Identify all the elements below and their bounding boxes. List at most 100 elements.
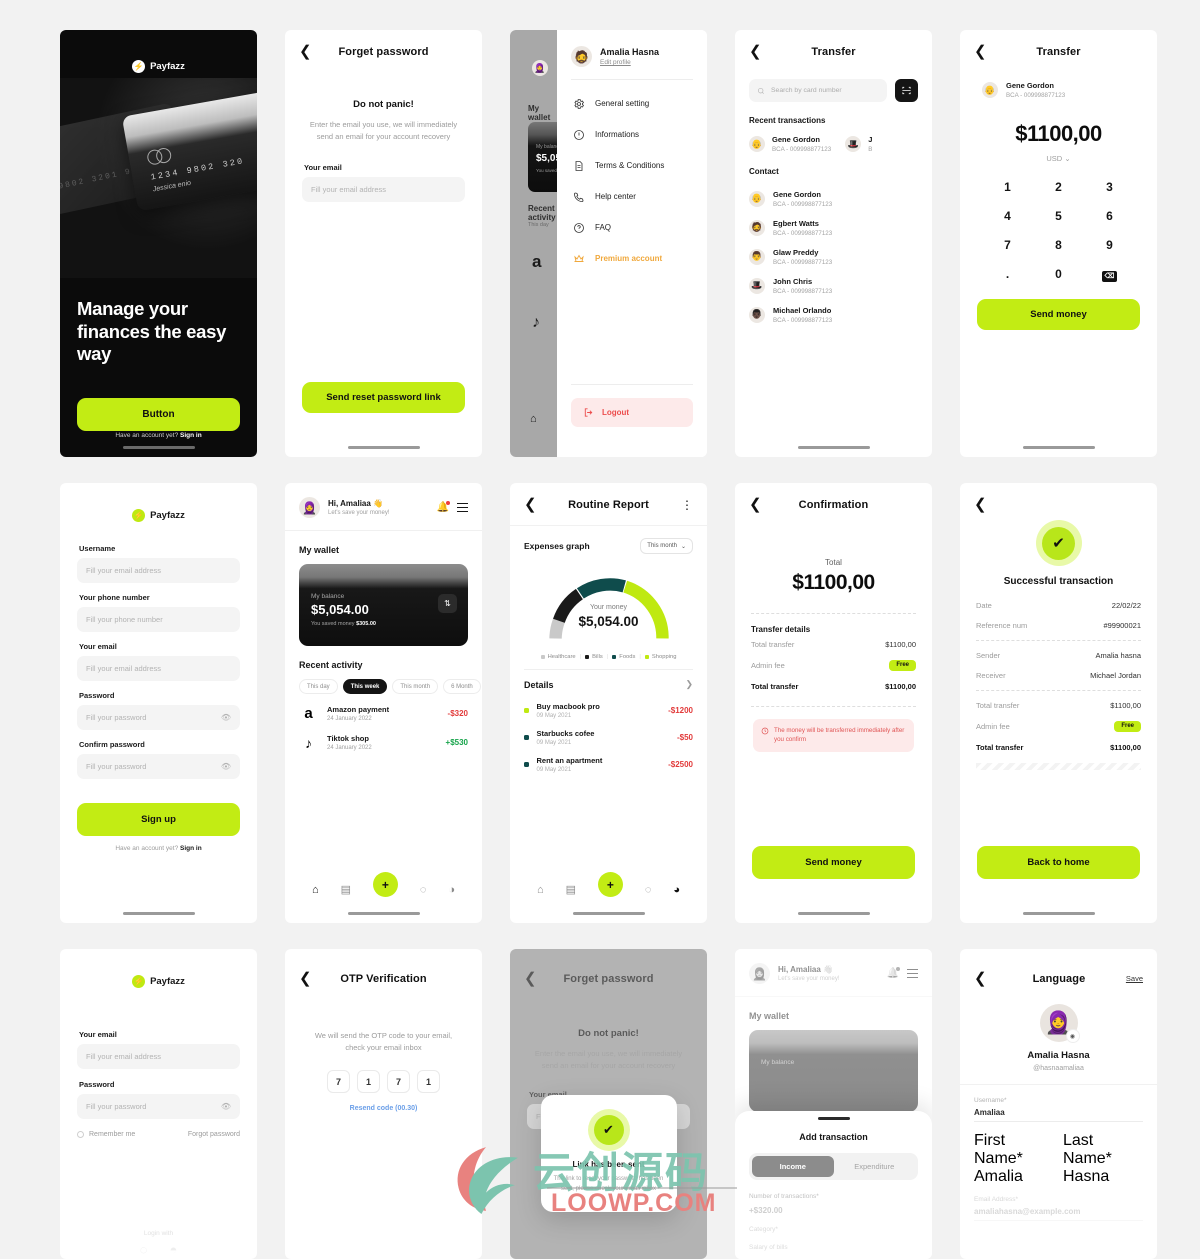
- logout-button[interactable]: Logout: [571, 398, 693, 427]
- avatar[interactable]: 🧕 ◉: [1039, 1004, 1079, 1042]
- menu-item-help-center[interactable]: Help center: [571, 181, 693, 212]
- get-started-button[interactable]: Button: [77, 398, 240, 431]
- key-7[interactable]: 7: [982, 235, 1033, 255]
- remember-me-checkbox[interactable]: Remember me: [77, 1131, 135, 1138]
- add-icon[interactable]: +: [597, 872, 623, 897]
- add-icon[interactable]: +: [372, 872, 398, 897]
- forgot-password-link[interactable]: Forgot password: [188, 1131, 240, 1138]
- key-3[interactable]: 3: [1084, 177, 1135, 197]
- email-input[interactable]: Fill your email address: [302, 177, 465, 203]
- table-row[interactable]: Buy macbook pro 09 May 2021 -$1200: [524, 697, 693, 724]
- back-icon[interactable]: ❮: [524, 971, 542, 986]
- tab-expenditure[interactable]: Expenditure: [834, 1156, 916, 1177]
- bell-icon[interactable]: 🔔: [887, 967, 900, 979]
- email-input[interactable]: Fill your email address: [77, 656, 240, 681]
- back-icon[interactable]: ❮: [974, 971, 992, 986]
- more-icon[interactable]: ⋮: [675, 498, 693, 512]
- scan-card-button[interactable]: [895, 79, 918, 102]
- drawer-profile[interactable]: 🧔 Amalia Hasna Edit profile: [571, 46, 693, 67]
- edit-profile-link[interactable]: Edit profile: [600, 59, 659, 66]
- back-icon[interactable]: ❮: [299, 44, 317, 59]
- back-to-home-button[interactable]: Back to home: [977, 846, 1140, 879]
- menu-icon[interactable]: [457, 502, 468, 513]
- menu-item-terms-conditions[interactable]: Terms & Conditions: [571, 150, 693, 181]
- home-icon[interactable]: ⌂: [537, 884, 544, 896]
- save-button[interactable]: Save: [1126, 974, 1143, 983]
- menu-item-premium-account[interactable]: Premium account: [571, 243, 693, 274]
- currency-selector[interactable]: USD ⌄: [960, 154, 1157, 163]
- back-icon[interactable]: ❮: [749, 44, 767, 59]
- amount-value[interactable]: +$320.00: [749, 1206, 918, 1215]
- table-row[interactable]: a Amazon payment 24 January 2022 -$320: [285, 704, 482, 723]
- key-4[interactable]: 4: [982, 206, 1033, 226]
- password-input[interactable]: Fill your password 👁: [77, 1094, 240, 1119]
- list-item[interactable]: 👴 Gene Gordon BCA - 009998877123: [749, 184, 918, 213]
- apple-icon[interactable]: ◓: [169, 1242, 177, 1257]
- drag-handle[interactable]: [817, 1117, 850, 1120]
- otp-digit-1[interactable]: 7: [327, 1070, 350, 1094]
- chart-icon[interactable]: ◑: [448, 884, 455, 896]
- category-value[interactable]: Salary of bills: [749, 1244, 918, 1251]
- period-select[interactable]: This month ⌄: [640, 538, 693, 554]
- first-name-input[interactable]: Amalia: [974, 1168, 1054, 1186]
- sign-in-link[interactable]: Sign in: [180, 432, 202, 439]
- otp-digit-4[interactable]: 1: [417, 1070, 440, 1094]
- back-icon[interactable]: ❮: [974, 44, 992, 59]
- wallet-card[interactable]: My balance $5,054.00 You saved money $30…: [299, 564, 468, 646]
- email-input[interactable]: amaliahasna@example.com: [974, 1203, 1143, 1221]
- chip-this-month[interactable]: This month: [392, 679, 439, 694]
- key-6[interactable]: 6: [1084, 206, 1135, 226]
- key-0[interactable]: 0: [1033, 264, 1084, 285]
- username-input[interactable]: Amaliaa: [974, 1104, 1143, 1122]
- resend-code-link[interactable]: Resend code (00.30): [285, 1105, 482, 1112]
- menu-item-general-setting[interactable]: General setting: [571, 88, 693, 119]
- confirm-password-input[interactable]: Fill your password 👁: [77, 754, 240, 779]
- chip-this-day[interactable]: This day: [299, 679, 338, 694]
- avatar[interactable]: 🧕: [299, 497, 320, 518]
- drawer-scrim[interactable]: 🧕 My wallet My balance $5,054.00 You sav…: [510, 30, 588, 457]
- table-row[interactable]: Starbucks cofee 09 May 2021 -$50: [524, 724, 693, 751]
- send-reset-link-button[interactable]: Send reset password link: [302, 382, 465, 413]
- table-row[interactable]: Rent an apartment 09 May 2021 -$2500: [524, 751, 693, 778]
- key-1[interactable]: 1: [982, 177, 1033, 197]
- otp-digit-3[interactable]: 7: [387, 1070, 410, 1094]
- wallet-icon[interactable]: ▤: [341, 883, 351, 896]
- menu-item-faq[interactable]: FAQ: [571, 212, 693, 243]
- chat-icon[interactable]: ◌: [420, 884, 427, 896]
- sign-in-link[interactable]: Sign in: [180, 845, 202, 852]
- google-icon[interactable]: ◌: [140, 1242, 148, 1257]
- chart-icon[interactable]: ◕: [673, 884, 680, 896]
- recent-contact[interactable]: 🎩 J B: [845, 135, 872, 153]
- menu-icon[interactable]: [907, 968, 918, 979]
- back-icon[interactable]: ❮: [299, 971, 317, 986]
- send-money-button[interactable]: Send money: [977, 298, 1140, 330]
- key-8[interactable]: 8: [1033, 235, 1084, 255]
- list-item[interactable]: 👨 Glaw Preddy BCA - 009998877123: [749, 242, 918, 271]
- eye-off-icon[interactable]: 👁: [221, 762, 231, 771]
- username-input[interactable]: Fill your email address: [77, 558, 240, 583]
- recent-contact[interactable]: 👴 Gene Gordon BCA - 009998877123: [749, 135, 831, 153]
- send-money-button[interactable]: Send money: [752, 846, 915, 879]
- list-item[interactable]: 🎩 John Chris BCA - 009998877123: [749, 271, 918, 300]
- back-icon[interactable]: ❮: [974, 497, 992, 512]
- key-9[interactable]: 9: [1084, 235, 1135, 255]
- list-item[interactable]: 👨🏿 Michael Orlando BCA - 009998877123: [749, 300, 918, 329]
- camera-icon[interactable]: ◉: [1066, 1030, 1079, 1042]
- chip-this-week[interactable]: This week: [342, 679, 388, 694]
- otp-digit-2[interactable]: 1: [357, 1070, 380, 1094]
- swap-icon[interactable]: ⇅: [438, 594, 457, 613]
- key-5[interactable]: 5: [1033, 206, 1084, 226]
- list-item[interactable]: 🧔 Egbert Watts BCA - 009998877123: [749, 213, 918, 242]
- back-icon[interactable]: ❮: [524, 497, 542, 512]
- chip-6-month[interactable]: 6 Month: [443, 679, 481, 694]
- table-row[interactable]: ♪ Tiktok shop 24 January 2022 +$530: [285, 733, 482, 752]
- sign-up-button[interactable]: Sign up: [77, 803, 240, 836]
- chevron-right-icon[interactable]: ❯: [685, 679, 693, 690]
- back-icon[interactable]: ❮: [749, 497, 767, 512]
- search-input[interactable]: Search by card number: [749, 79, 887, 102]
- email-input[interactable]: Fill your email address: [77, 1044, 240, 1069]
- avatar[interactable]: 🧕: [749, 963, 770, 984]
- bell-icon[interactable]: 🔔: [437, 501, 450, 513]
- phone-input[interactable]: Fill your phone number: [77, 607, 240, 632]
- eye-off-icon[interactable]: 👁: [221, 713, 231, 722]
